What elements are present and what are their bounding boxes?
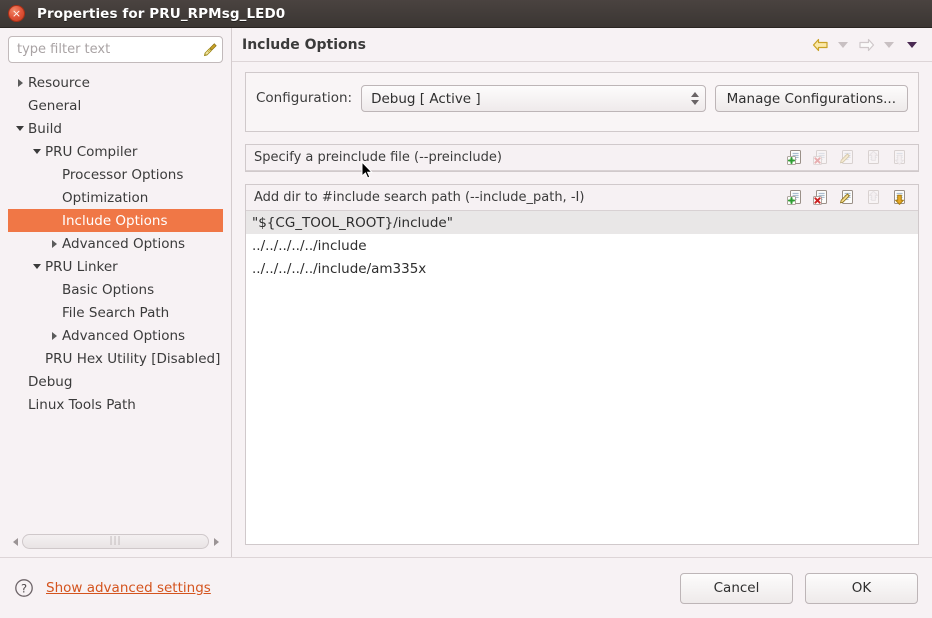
- scroll-thumb[interactable]: |||: [22, 534, 209, 549]
- sidebar-item-label: PRU Compiler: [45, 144, 137, 160]
- list-item[interactable]: "${CG_TOOL_ROOT}/include": [246, 211, 918, 234]
- preinclude-group-header: Specify a preinclude file (--preinclude): [246, 145, 918, 171]
- sidebar-item-label: Debug: [28, 374, 72, 390]
- sidebar-item-pru-hex-utility-disabled[interactable]: PRU Hex Utility [Disabled]: [8, 347, 223, 370]
- preinclude-group-title: Specify a preinclude file (--preinclude): [254, 150, 787, 165]
- show-advanced-settings-link[interactable]: Show advanced settings: [46, 580, 211, 596]
- sidebar-item-file-search-path[interactable]: File Search Path: [8, 301, 223, 324]
- include-path-group-header: Add dir to #include search path (--inclu…: [246, 185, 918, 211]
- svg-text:?: ?: [21, 581, 27, 595]
- sidebar-item-include-options[interactable]: Include Options: [8, 209, 223, 232]
- list-item[interactable]: ../../../../../include/am335x: [246, 257, 918, 280]
- sidebar-item-debug[interactable]: Debug: [8, 370, 223, 393]
- dialog-button-bar: ? Show advanced settings Cancel OK: [0, 557, 932, 618]
- sidebar-item-label: General: [28, 98, 81, 114]
- chevron-down-icon[interactable]: [29, 264, 45, 269]
- list-item[interactable]: ../../../../../include: [246, 234, 918, 257]
- sidebar-item-label: PRU Hex Utility [Disabled]: [45, 351, 220, 367]
- properties-dialog: Resource General Build PRU Compiler Processo…: [0, 28, 932, 618]
- preinclude-toolbar: [787, 149, 912, 166]
- include-path-group: Add dir to #include search path (--inclu…: [245, 184, 919, 545]
- settings-tree[interactable]: Resource General Build PRU Compiler Processo…: [8, 71, 223, 557]
- back-dropdown-icon[interactable]: [833, 36, 853, 54]
- include-path-list[interactable]: "${CG_TOOL_ROOT}/include"../../../../../…: [246, 211, 918, 544]
- page-nav-icons: [810, 36, 922, 54]
- cancel-button[interactable]: Cancel: [680, 573, 793, 604]
- filter-box[interactable]: [8, 36, 223, 63]
- configuration-value: Debug [ Active ]: [371, 91, 691, 107]
- chevron-right-icon[interactable]: [46, 332, 62, 340]
- include-path-group-title: Add dir to #include search path (--inclu…: [254, 190, 787, 205]
- sidebar-item-label: Advanced Options: [62, 236, 185, 252]
- back-arrow-icon[interactable]: [810, 36, 830, 54]
- chevron-right-icon[interactable]: [12, 79, 28, 87]
- settings-sidebar: Resource General Build PRU Compiler Processo…: [0, 28, 232, 557]
- close-button[interactable]: ×: [8, 5, 25, 22]
- sidebar-item-label: Processor Options: [62, 167, 183, 183]
- search-input[interactable]: [17, 42, 202, 57]
- help-icon[interactable]: ?: [14, 578, 34, 598]
- preinclude-group: Specify a preinclude file (--preinclude): [245, 144, 919, 172]
- sidebar-item-label: Basic Options: [62, 282, 154, 298]
- include-path-toolbar: [787, 189, 912, 206]
- sidebar-item-general[interactable]: General: [8, 94, 223, 117]
- sidebar-item-label: Advanced Options: [62, 328, 185, 344]
- sidebar-item-pru-compiler[interactable]: PRU Compiler: [8, 140, 223, 163]
- sidebar-item-label: Optimization: [62, 190, 148, 206]
- dialog-content: Resource General Build PRU Compiler Processo…: [0, 28, 932, 557]
- sidebar-item-advanced-options[interactable]: Advanced Options: [8, 232, 223, 255]
- view-menu-dropdown-icon[interactable]: [902, 36, 922, 54]
- add-icon[interactable]: [787, 189, 804, 206]
- sidebar-horizontal-scrollbar[interactable]: |||: [8, 533, 223, 550]
- forward-dropdown-icon: [879, 36, 899, 54]
- configuration-group: Configuration: Debug [ Active ] Manage C…: [245, 72, 919, 132]
- scroll-right-icon[interactable]: [209, 534, 223, 549]
- chevron-down-icon[interactable]: [29, 149, 45, 154]
- clear-filter-broom-icon[interactable]: [202, 42, 218, 58]
- window-titlebar: × Properties for PRU_RPMsg_LED0: [0, 0, 932, 28]
- sidebar-item-build[interactable]: Build: [8, 117, 223, 140]
- sidebar-item-label: Resource: [28, 75, 90, 91]
- sidebar-item-label: Linux Tools Path: [28, 397, 136, 413]
- sidebar-item-advanced-options[interactable]: Advanced Options: [8, 324, 223, 347]
- sidebar-item-label: Include Options: [62, 213, 168, 229]
- scroll-grip-icon: |||: [109, 537, 121, 546]
- sidebar-item-basic-options[interactable]: Basic Options: [8, 278, 223, 301]
- page-title: Include Options: [242, 37, 810, 53]
- move-up-icon: [865, 189, 882, 206]
- chevron-down-icon[interactable]: [12, 126, 28, 131]
- sidebar-item-label: PRU Linker: [45, 259, 118, 275]
- move-down-icon[interactable]: [891, 189, 908, 206]
- page-header: Include Options: [232, 28, 932, 62]
- move-down-icon: [891, 149, 908, 166]
- ok-button[interactable]: OK: [805, 573, 918, 604]
- chevron-right-icon[interactable]: [46, 240, 62, 248]
- sidebar-item-label: Build: [28, 121, 62, 137]
- add-icon[interactable]: [787, 149, 804, 166]
- sidebar-item-linux-tools-path[interactable]: Linux Tools Path: [8, 393, 223, 416]
- settings-page: Include Options: [232, 28, 932, 557]
- configuration-label: Configuration:: [256, 85, 352, 111]
- sidebar-item-optimization[interactable]: Optimization: [8, 186, 223, 209]
- move-up-icon: [865, 149, 882, 166]
- edit-icon: [839, 149, 856, 166]
- forward-arrow-icon: [856, 36, 876, 54]
- sidebar-item-label: File Search Path: [62, 305, 169, 321]
- page-body: Configuration: Debug [ Active ] Manage C…: [232, 62, 932, 557]
- manage-configurations-button[interactable]: Manage Configurations...: [715, 85, 908, 112]
- window-title: Properties for PRU_RPMsg_LED0: [37, 6, 285, 22]
- spinner-icon[interactable]: [691, 92, 699, 105]
- close-icon: ×: [12, 8, 21, 19]
- delete-icon[interactable]: [813, 189, 830, 206]
- sidebar-item-processor-options[interactable]: Processor Options: [8, 163, 223, 186]
- configuration-select[interactable]: Debug [ Active ]: [361, 85, 706, 112]
- delete-icon: [813, 149, 830, 166]
- sidebar-item-resource[interactable]: Resource: [8, 71, 223, 94]
- scroll-left-icon[interactable]: [8, 534, 22, 549]
- edit-icon[interactable]: [839, 189, 856, 206]
- sidebar-item-pru-linker[interactable]: PRU Linker: [8, 255, 223, 278]
